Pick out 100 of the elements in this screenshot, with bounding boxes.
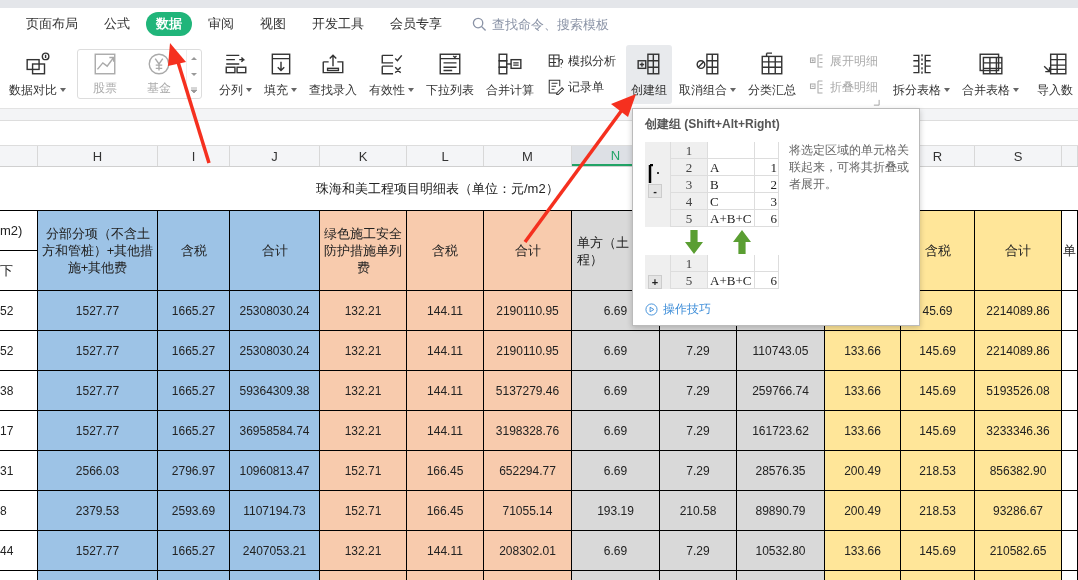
table-cell: 166.45 bbox=[407, 451, 484, 491]
table-cell: 6.69 bbox=[572, 331, 660, 371]
menu-tab[interactable]: 页面布局 bbox=[16, 12, 88, 36]
expand-button[interactable]: + bbox=[648, 275, 662, 289]
table-cell: 1665.27 bbox=[158, 531, 230, 571]
ribbon-button[interactable]: 创建组 bbox=[626, 44, 672, 104]
header-cell: 单 bbox=[1062, 211, 1078, 291]
menu-tab[interactable]: 审阅 bbox=[198, 12, 244, 36]
ribbon-button[interactable]: 记录单 bbox=[545, 77, 618, 97]
table-cell: 1 bbox=[755, 159, 779, 176]
table-cell: 6.69 bbox=[572, 371, 660, 411]
table-cell: 2566.03 bbox=[38, 451, 158, 491]
table-question-icon bbox=[547, 52, 565, 70]
table-cell: 2190110.95 bbox=[484, 291, 572, 331]
table-cell: 7.29 bbox=[660, 371, 737, 411]
table-cell: 2190110.95 bbox=[484, 331, 572, 371]
ribbon-button[interactable]: 分类汇总 bbox=[743, 44, 801, 104]
column-header[interactable]: M bbox=[522, 148, 533, 164]
header-cell: 合计 bbox=[484, 211, 572, 291]
table-cell bbox=[1062, 451, 1078, 491]
column-header[interactable]: S bbox=[1013, 148, 1023, 164]
tooltip-title: 创建组 (Shift+Alt+Right) bbox=[645, 116, 781, 133]
table-cell: 59364309.38 bbox=[230, 371, 320, 411]
table-cell: 145.69 bbox=[901, 371, 975, 411]
table-cell: 110743.05 bbox=[737, 331, 825, 371]
caret-icon bbox=[60, 88, 66, 92]
sheet-title: 珠海和美工程项目明细表（单位：元/m2） bbox=[316, 179, 559, 198]
table-cell: 6.69 bbox=[572, 411, 660, 451]
ribbon-button[interactable]: 取消组合 bbox=[674, 44, 741, 104]
table-cell: 200.49 bbox=[825, 451, 901, 491]
yen-icon bbox=[146, 51, 172, 77]
table-cell bbox=[1062, 491, 1078, 531]
scroll-up-icon[interactable] bbox=[189, 54, 199, 62]
table-cell: C bbox=[707, 193, 755, 210]
table-cell: 7.29 bbox=[660, 531, 737, 571]
more-icon[interactable] bbox=[189, 86, 199, 94]
table-cell: 25308030.24 bbox=[230, 291, 320, 331]
table-cell: 210.58 bbox=[660, 491, 737, 531]
table-cell: 144.11 bbox=[407, 291, 484, 331]
table-cell: 856382.90 bbox=[975, 451, 1062, 491]
table-cell: 2407053.21 bbox=[230, 531, 320, 571]
menu-tab[interactable]: 公式 bbox=[94, 12, 140, 36]
table-cell bbox=[755, 255, 779, 272]
table-cell: 132.21 bbox=[320, 531, 407, 571]
ribbon-button[interactable]: 合并计算 bbox=[481, 44, 539, 104]
table-cell: 166.45 bbox=[407, 491, 484, 531]
table-cell: B bbox=[707, 176, 755, 193]
table-cell: 1107194.73 bbox=[230, 491, 320, 531]
table-cell: 7.29 bbox=[660, 451, 737, 491]
menu-tab[interactable]: 开发工具 bbox=[302, 12, 374, 36]
collapse-button[interactable]: - bbox=[648, 184, 662, 198]
table-cell: 71055.14 bbox=[484, 491, 572, 531]
ribbon-button[interactable]: 填充 bbox=[259, 44, 302, 104]
ribbon-button[interactable]: 有效性 bbox=[364, 44, 419, 104]
table-cell: 1665.27 bbox=[158, 291, 230, 331]
table-cell: 2593.69 bbox=[158, 491, 230, 531]
table-cell: 6.69 bbox=[572, 451, 660, 491]
table-cell: 89890.79 bbox=[737, 491, 825, 531]
ribbon-button[interactable]: 拆分表格 bbox=[888, 44, 955, 104]
column-header[interactable]: H bbox=[92, 148, 103, 164]
table-cell: A bbox=[707, 159, 755, 176]
ribbon-button[interactable]: 合并表格 bbox=[957, 44, 1024, 104]
column-header[interactable]: R bbox=[932, 148, 943, 164]
table-cell: 2379.53 bbox=[38, 491, 158, 531]
table-cell: 218.53 bbox=[901, 491, 975, 531]
table-cell: 7.29 bbox=[660, 331, 737, 371]
ribbon-button[interactable]: 数据对比 bbox=[4, 44, 71, 104]
table-cell: 5137279.46 bbox=[484, 371, 572, 411]
table-cell: 1527.77 bbox=[38, 411, 158, 451]
table-cell: 132.21 bbox=[320, 291, 407, 331]
column-header[interactable]: L bbox=[441, 148, 449, 164]
chart-icon bbox=[92, 51, 118, 77]
group-bracket-icon bbox=[648, 164, 660, 184]
dialog-launcher-icon[interactable] bbox=[873, 99, 880, 106]
header-cell: 含税 bbox=[407, 211, 484, 291]
column-header[interactable]: K bbox=[358, 148, 368, 164]
column-header[interactable]: J bbox=[271, 148, 278, 164]
scroll-down-icon[interactable] bbox=[189, 70, 199, 78]
table-cell: 2214089.86 bbox=[975, 331, 1062, 371]
header-cell: 合计 bbox=[230, 211, 320, 291]
ribbon-button[interactable]: 查找录入 bbox=[304, 44, 362, 104]
ribbon-button[interactable]: 导入数 bbox=[1032, 44, 1078, 104]
table-cell: 1665.27 bbox=[158, 411, 230, 451]
ribbon-button[interactable]: 下拉列表 bbox=[421, 44, 479, 104]
caret-icon bbox=[291, 88, 297, 92]
table-cell: 259766.74 bbox=[737, 371, 825, 411]
menu-tab[interactable]: 视图 bbox=[250, 12, 296, 36]
search-field[interactable]: 查找命令、搜索模板 bbox=[472, 15, 634, 33]
ribbon-button[interactable]: 模拟分析 bbox=[545, 51, 618, 71]
caret-icon bbox=[730, 88, 736, 92]
table-cell bbox=[1062, 411, 1078, 451]
up-arrow-icon bbox=[733, 230, 751, 254]
table-cell: 2 bbox=[755, 176, 779, 193]
column-header[interactable]: I bbox=[191, 148, 196, 164]
caret-icon bbox=[944, 88, 950, 92]
table-cell: 6 bbox=[755, 272, 779, 289]
table-cell: 145.69 bbox=[901, 411, 975, 451]
ribbon-button[interactable]: 分列 bbox=[214, 44, 257, 104]
table-cell: 161723.62 bbox=[737, 411, 825, 451]
menu-tab[interactable]: 会员专享 bbox=[380, 12, 452, 36]
